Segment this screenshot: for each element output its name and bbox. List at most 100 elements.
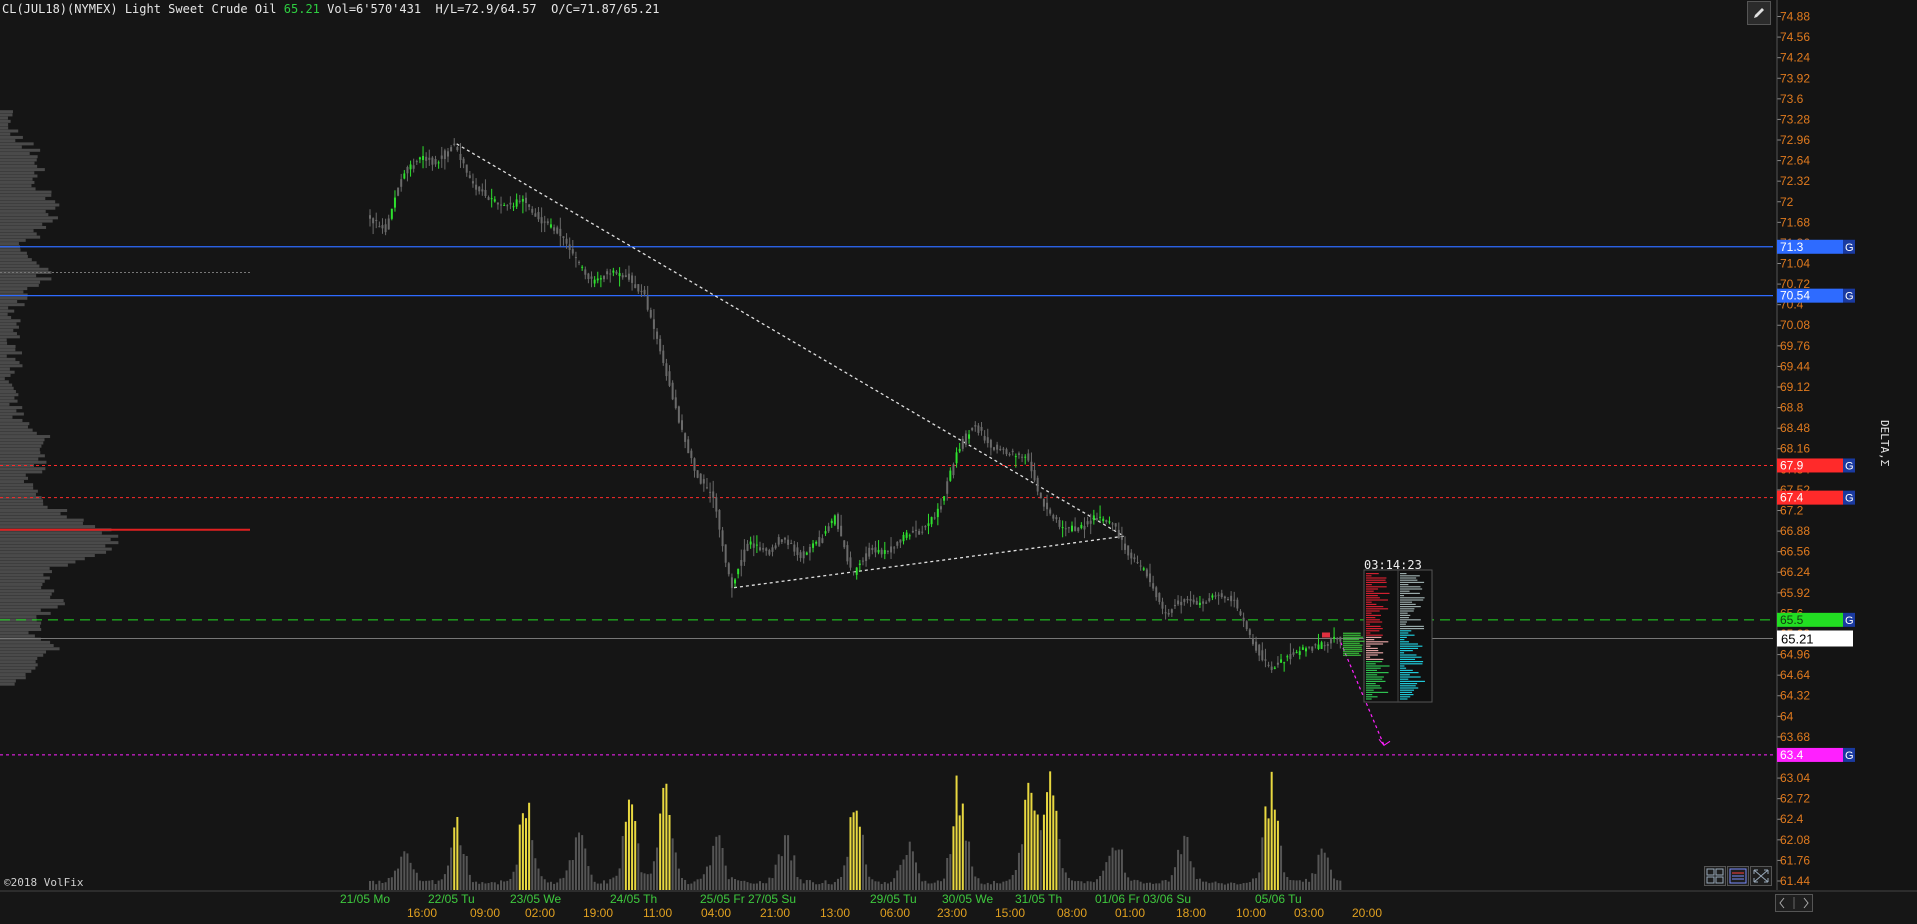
- volume-bar: [718, 835, 721, 890]
- layout-button[interactable]: [1704, 866, 1726, 886]
- volume-bar: [1289, 879, 1292, 890]
- volume-bar: [886, 883, 889, 890]
- volume-bar: [1339, 880, 1342, 890]
- candle-body: [1208, 598, 1211, 602]
- volume-bar: [818, 884, 821, 890]
- fullscreen-button[interactable]: [1750, 866, 1772, 886]
- candle-body: [1276, 662, 1279, 665]
- profile-bar: [0, 383, 13, 387]
- dom-ask-bar: [1400, 674, 1410, 676]
- profile-bar: [0, 370, 15, 374]
- profile-bar: [0, 602, 65, 606]
- indicator-button[interactable]: [1727, 866, 1749, 886]
- dom-ask-bar: [1400, 672, 1419, 674]
- price-chart[interactable]: 74.88 74.56 74.24 73.92 73.6 73.28 72.96 72.64 7…: [0, 0, 1917, 924]
- candle-body: [852, 571, 855, 573]
- candle-body: [475, 184, 478, 190]
- candle-body: [690, 450, 693, 459]
- candle-body: [933, 517, 936, 519]
- profile-bar: [0, 309, 15, 313]
- candle-body: [793, 544, 796, 552]
- volume-bar: [930, 883, 933, 890]
- dom-bid-bar: [1366, 696, 1378, 698]
- volume-bar: [450, 847, 453, 890]
- candle-body: [1305, 648, 1307, 652]
- dom-ask-bar: [1400, 683, 1418, 685]
- time-axis[interactable]: 21/05 Mo 22/05 Tu 23/05 We 24/05 Th 25/05 Fr…: [0, 890, 1917, 924]
- price-tick-label: 61.76: [1780, 853, 1810, 867]
- profile-bar: [0, 322, 17, 326]
- chart-window[interactable]: 74.88 74.56 74.24 73.92 73.6 73.28 72.96 72.64 7…: [0, 0, 1917, 924]
- volume-bar: [506, 880, 509, 890]
- volume-bar: [621, 836, 624, 890]
- candle-body: [521, 198, 524, 202]
- dom-bid-bar: [1366, 658, 1384, 660]
- volume-bar: [496, 884, 499, 890]
- profile-bar: [0, 139, 16, 143]
- candle-body: [999, 448, 1002, 451]
- profile-bar: [0, 579, 45, 583]
- volume-bar: [1308, 881, 1311, 890]
- profile-bar: [0, 235, 41, 239]
- profile-bar: [0, 518, 84, 522]
- volume-bar: [546, 882, 549, 890]
- price-levels: [0, 246, 1775, 756]
- profile-bar: [0, 290, 24, 294]
- candle-body: [656, 331, 659, 339]
- volume-bar: [780, 856, 783, 890]
- profile-bar: [0, 367, 10, 371]
- candle-body: [1058, 520, 1061, 527]
- candle-body: [1301, 647, 1304, 650]
- dom-bid-bar: [1366, 669, 1377, 671]
- profile-bar: [0, 441, 44, 445]
- profile-bar: [0, 225, 47, 229]
- candle-body: [425, 156, 428, 161]
- volume-bar: [1017, 852, 1020, 890]
- profile-bar: [0, 203, 60, 207]
- candle-body: [890, 546, 893, 553]
- candle-body: [450, 147, 453, 152]
- candle-body: [1052, 515, 1055, 519]
- volume-bar: [1095, 879, 1098, 890]
- profile-bar: [0, 473, 26, 477]
- candle-body: [905, 532, 908, 538]
- profile-bar: [0, 142, 34, 146]
- candle-body: [911, 530, 914, 533]
- dom-bid-bar: [1366, 647, 1378, 649]
- candle-body: [821, 538, 824, 543]
- volume-bar: [406, 853, 409, 890]
- volume-bar: [821, 883, 824, 890]
- dom-bid-bar: [1366, 667, 1381, 669]
- date-label: 21/05 Mo: [340, 892, 390, 906]
- candle-body: [397, 187, 400, 196]
- scroll-control[interactable]: [1775, 894, 1813, 912]
- volume-bar: [603, 880, 605, 890]
- volume-bar: [812, 882, 815, 890]
- volume-bar: [1333, 878, 1336, 890]
- dom-ask-bar: [1400, 694, 1414, 696]
- dom-ask-bar: [1400, 573, 1407, 575]
- footprint-bar: [1343, 646, 1362, 648]
- profile-bar: [0, 248, 21, 252]
- candle-body: [384, 224, 387, 233]
- dom-bid-bar: [1366, 639, 1375, 641]
- volume-bar: [1152, 883, 1155, 890]
- profile-bar: [0, 332, 17, 336]
- volume-bars: [369, 771, 1342, 890]
- draw-tool-button[interactable]: [1747, 1, 1771, 25]
- volume-bar: [911, 851, 914, 890]
- volume-bar: [1317, 854, 1320, 890]
- candle-body: [652, 319, 655, 329]
- dom-ask-bar: [1400, 639, 1405, 641]
- date-label: 01/06 Fr 03/06 Su: [1095, 892, 1191, 906]
- current-bar-marker: [1322, 632, 1330, 638]
- candle-body: [637, 284, 640, 292]
- candle-body: [743, 549, 746, 562]
- candle-body: [418, 157, 421, 160]
- candle-body: [631, 275, 634, 283]
- profile-bar: [0, 348, 16, 352]
- candle-body: [1329, 639, 1332, 644]
- date-label: 29/05 Tu: [870, 892, 917, 906]
- candle-body: [606, 271, 609, 275]
- profile-bar: [0, 525, 96, 529]
